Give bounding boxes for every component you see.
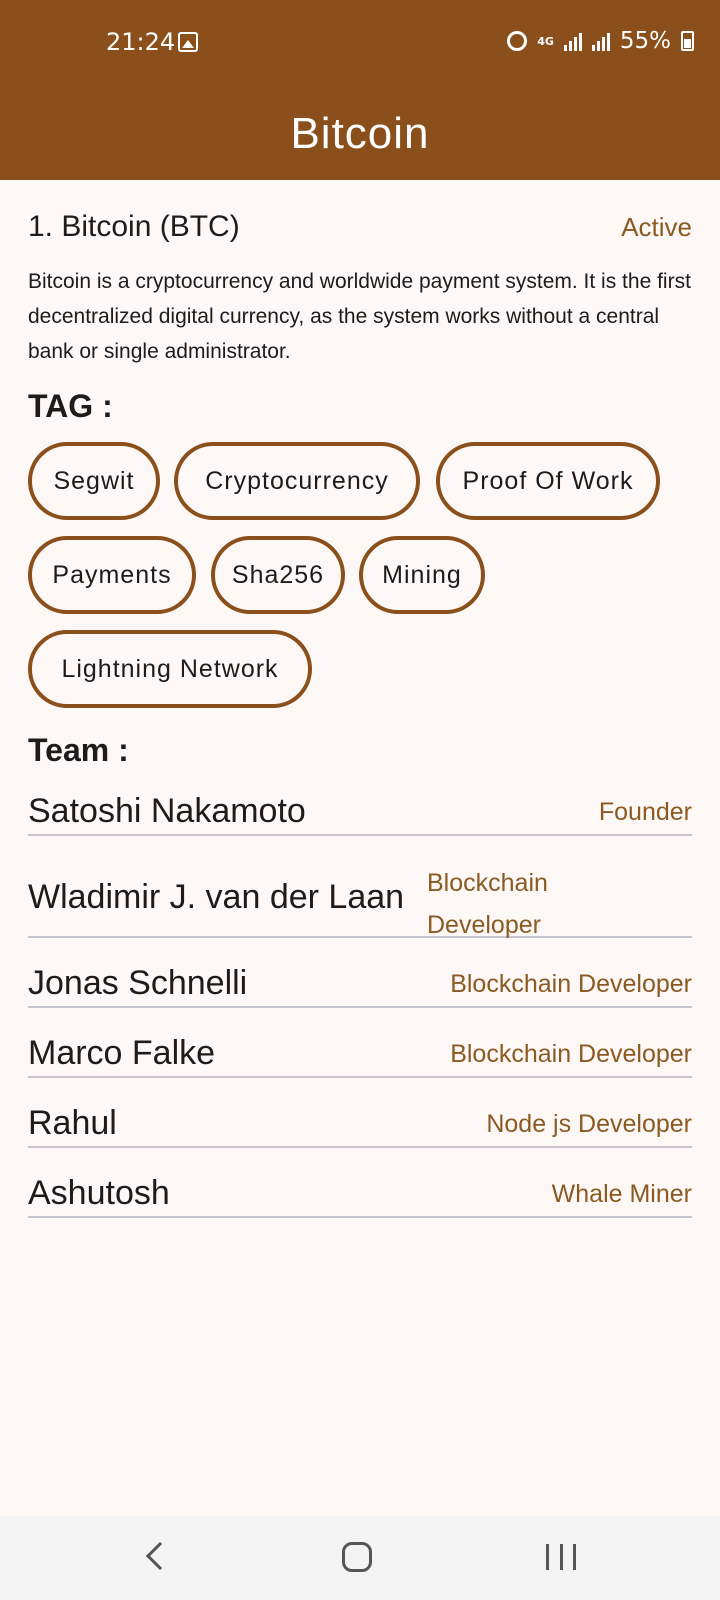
member-role: Node js Developer xyxy=(486,1110,692,1138)
tag-chip[interactable]: Proof Of Work xyxy=(436,442,660,520)
signal-icon-2 xyxy=(591,31,610,51)
member-role: Blockchain Developer xyxy=(450,1040,692,1068)
team-member-row: Jonas Schnelli Blockchain Developer xyxy=(28,960,692,1008)
status-badge: Active xyxy=(621,212,692,242)
coin-description: Bitcoin is a cryptocurrency and worldwid… xyxy=(28,270,691,363)
tag-chip[interactable]: Payments xyxy=(28,536,196,614)
team-member-row: Marco Falke Blockchain Developer xyxy=(28,1030,692,1078)
member-name: Jonas Schnelli xyxy=(28,964,248,1002)
system-nav-bar xyxy=(0,1516,720,1600)
team-member-row: Ashutosh Whale Miner xyxy=(28,1170,692,1218)
member-name: Marco Falke xyxy=(28,1034,216,1072)
status-time: 21:24 xyxy=(106,28,176,56)
team-member-row: Wladimir J. van der Laan Blockchain Deve… xyxy=(28,858,692,939)
network-type-icon: 4G xyxy=(537,34,554,48)
battery-percent: 55% xyxy=(619,28,671,54)
member-name: Ashutosh xyxy=(28,1174,170,1212)
coin-header: 1. Bitcoin (BTC) Active xyxy=(28,210,692,244)
tag-chip[interactable]: Lightning Network xyxy=(28,630,312,708)
signal-icon xyxy=(563,31,582,51)
status-bar: 21:24 4G 55% xyxy=(0,0,720,88)
page-title: Bitcoin xyxy=(290,109,430,158)
team-member-row: Rahul Node js Developer xyxy=(28,1100,692,1148)
member-role: Blockchain Developer xyxy=(427,869,548,939)
member-role: Founder xyxy=(598,798,692,826)
tag-chip[interactable]: Segwit xyxy=(28,442,160,520)
app-bar: Bitcoin xyxy=(0,88,720,180)
tag-chip[interactable]: Cryptocurrency xyxy=(174,442,420,520)
coin-name: 1. Bitcoin (BTC) xyxy=(28,210,240,243)
member-name: Satoshi Nakamoto xyxy=(28,792,306,830)
alarm-icon xyxy=(507,31,528,51)
status-icons: 4G 55% xyxy=(507,26,694,56)
recents-icon[interactable] xyxy=(546,1544,576,1570)
tag-section-title: TAG : xyxy=(28,388,113,424)
member-name: Rahul xyxy=(28,1104,117,1142)
member-role: Blockchain Developer xyxy=(450,970,692,998)
member-role: Whale Miner xyxy=(551,1180,692,1208)
image-notification-icon xyxy=(178,32,198,52)
team-section-title: Team : xyxy=(28,732,129,768)
home-icon[interactable] xyxy=(342,1542,372,1572)
back-icon[interactable] xyxy=(145,1541,175,1571)
battery-icon xyxy=(681,31,694,51)
team-member-row: Satoshi Nakamoto Founder xyxy=(28,792,692,836)
tag-chip[interactable]: Sha256 xyxy=(211,536,345,614)
tag-chip[interactable]: Mining xyxy=(359,536,485,614)
member-name: Wladimir J. van der Laan xyxy=(28,878,405,916)
